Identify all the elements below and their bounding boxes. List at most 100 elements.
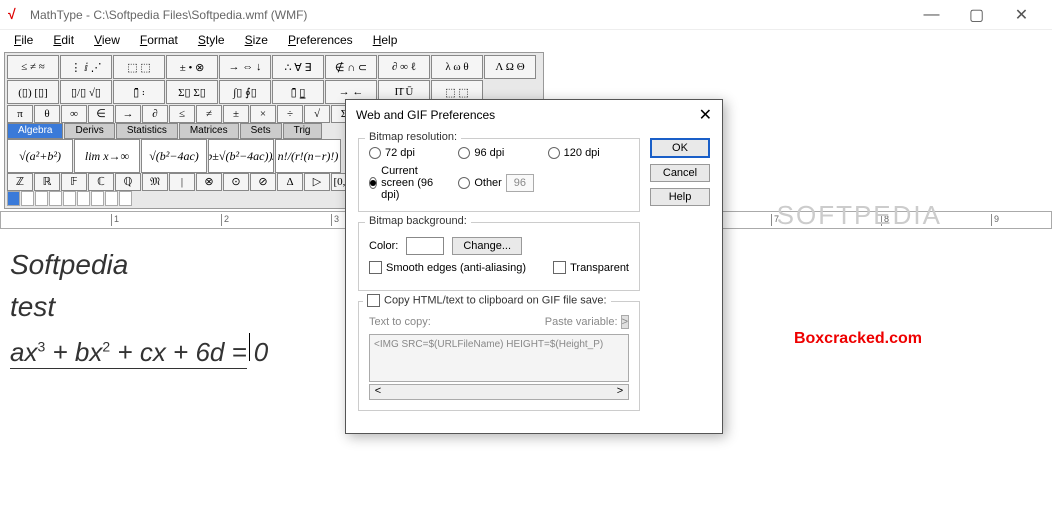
preset-cell[interactable] — [21, 191, 34, 206]
toolbar-button[interactable]: √ — [304, 105, 330, 123]
radio-current-screen[interactable]: Current screen (96 dpi) — [369, 165, 450, 201]
menu-size[interactable]: Size — [237, 31, 276, 49]
toolbar-button[interactable]: ≠ — [196, 105, 222, 123]
scroll-left-icon[interactable]: < — [370, 385, 386, 399]
radio-72dpi[interactable]: 72 dpi — [369, 147, 450, 159]
toolbar-button[interactable]: ▷ — [304, 173, 330, 191]
toolbar-button[interactable]: ▯/▯ √▯ — [60, 80, 112, 104]
maximize-button[interactable]: ▢ — [954, 0, 999, 30]
toolbar-button[interactable]: ∈ — [88, 105, 114, 123]
menu-help[interactable]: Help — [365, 31, 406, 49]
toolbar-button[interactable]: ℝ — [34, 173, 60, 191]
toolbar-button[interactable]: n!/(r!(n−r)!) — [275, 139, 341, 173]
scroll-right-icon[interactable]: > — [612, 385, 628, 399]
toolbar-button[interactable]: ▯̄ ▯̲ — [272, 80, 324, 104]
cancel-button[interactable]: Cancel — [650, 164, 710, 182]
other-dpi-input[interactable]: 96 — [506, 174, 534, 192]
toolbar-button[interactable]: | — [169, 173, 195, 191]
tab-sets[interactable]: Sets — [240, 123, 282, 139]
preset-cell[interactable] — [49, 191, 62, 206]
toolbar-button[interactable]: ⊗ — [196, 173, 222, 191]
transparent-checkbox[interactable]: Transparent — [553, 261, 629, 274]
preferences-dialog: Web and GIF Preferences ✕ OK Cancel Help… — [345, 99, 723, 434]
toolbar-button[interactable]: 𝔐 — [142, 173, 168, 191]
close-button[interactable]: ✕ — [999, 0, 1044, 30]
radio-120dpi[interactable]: 120 dpi — [548, 147, 629, 159]
menu-style[interactable]: Style — [190, 31, 233, 49]
toolbar-button[interactable]: → — [115, 105, 141, 123]
menu-file[interactable]: File — [6, 31, 41, 49]
toolbar-button[interactable]: ∞ — [61, 105, 87, 123]
bitmap-background-label: Bitmap background: — [365, 215, 471, 227]
toolbar-button[interactable]: ℤ — [7, 173, 33, 191]
preset-cell[interactable] — [35, 191, 48, 206]
tab-trig[interactable]: Trig — [283, 123, 322, 139]
menu-view[interactable]: View — [86, 31, 128, 49]
change-button[interactable]: Change... — [452, 237, 522, 255]
toolbar-button[interactable]: ∫▯ ∮▯ — [219, 80, 271, 104]
minimize-button[interactable]: — — [909, 0, 954, 30]
dialog-title: Web and GIF Preferences — [356, 108, 495, 122]
copy-html-group: Copy HTML/text to clipboard on GIF file … — [358, 301, 640, 411]
preset-cell[interactable] — [105, 191, 118, 206]
color-swatch[interactable] — [406, 237, 444, 255]
copy-html-checkbox[interactable] — [367, 294, 380, 307]
menu-preferences[interactable]: Preferences — [280, 31, 361, 49]
toolbar-button[interactable]: √(b²−4ac) — [141, 139, 207, 173]
toolbar-button[interactable]: Σ▯ Σ▯ — [166, 80, 218, 104]
ok-button[interactable]: OK — [650, 138, 710, 158]
dialog-close-icon[interactable]: ✕ — [699, 105, 712, 125]
toolbar-button[interactable]: √(a²+b²) — [7, 139, 73, 173]
horizontal-scrollbar[interactable]: < > — [369, 384, 629, 400]
preset-cell[interactable] — [91, 191, 104, 206]
preset-cell[interactable] — [119, 191, 132, 206]
toolbar-button[interactable]: ⋮ ⅈ ⋰ — [60, 55, 112, 79]
copy-html-label: Copy HTML/text to clipboard on GIF file … — [384, 294, 607, 306]
toolbar-button[interactable]: Δ — [277, 173, 303, 191]
toolbar-button[interactable]: ⊙ — [223, 173, 249, 191]
tab-algebra[interactable]: Algebra — [7, 123, 63, 139]
toolbar-button[interactable]: ∴ ∀ ∃ — [272, 55, 324, 79]
toolbar-button[interactable]: θ — [34, 105, 60, 123]
toolbar-button[interactable]: Λ Ω Θ — [484, 55, 536, 79]
bitmap-resolution-group: Bitmap resolution: 72 dpi 96 dpi 120 dpi… — [358, 138, 640, 212]
toolbar-button[interactable]: 𝔽 — [61, 173, 87, 191]
preset-cell[interactable] — [7, 191, 20, 206]
toolbar-button[interactable]: ℚ — [115, 173, 141, 191]
toolbar-button[interactable]: ℂ — [88, 173, 114, 191]
help-button[interactable]: Help — [650, 188, 710, 206]
toolbar-button[interactable]: ⊘ — [250, 173, 276, 191]
toolbar-button[interactable]: ∉ ∩ ⊂ — [325, 55, 377, 79]
toolbar-button[interactable]: ≤ ≠ ≈ — [7, 55, 59, 79]
toolbar-button[interactable]: → ⇔ ↓ — [219, 55, 271, 79]
menu-edit[interactable]: Edit — [45, 31, 82, 49]
radio-96dpi[interactable]: 96 dpi — [458, 147, 539, 159]
radio-other[interactable]: Other 96 — [458, 174, 539, 192]
tab-statistics[interactable]: Statistics — [116, 123, 178, 139]
toolbar-button[interactable]: ▯̄ ꞉ — [113, 80, 165, 104]
toolbar-button[interactable]: π — [7, 105, 33, 123]
toolbar-button[interactable]: (▯) [▯] — [7, 80, 59, 104]
smooth-edges-checkbox[interactable]: Smooth edges (anti-aliasing) — [369, 261, 526, 274]
toolbar-button[interactable]: ± — [223, 105, 249, 123]
watermark: SOFTPEDIA — [777, 200, 942, 231]
toolbar-button[interactable]: ± • ⊗ — [166, 55, 218, 79]
paste-variable-button[interactable]: > — [621, 315, 629, 329]
toolbar-button[interactable]: lim x→∞ — [74, 139, 140, 173]
preset-cell[interactable] — [63, 191, 76, 206]
bitmap-background-group: Bitmap background: Color: Change... Smoo… — [358, 222, 640, 291]
toolbar-button[interactable]: ÷ — [277, 105, 303, 123]
app-icon: √ — [8, 7, 24, 23]
toolbar-button[interactable]: λ ω θ — [431, 55, 483, 79]
toolbar-button[interactable]: (−b±√(b²−4ac))/2a — [208, 139, 274, 173]
toolbar-button[interactable]: × — [250, 105, 276, 123]
tab-derivs[interactable]: Derivs — [64, 123, 114, 139]
toolbar-button[interactable]: ≤ — [169, 105, 195, 123]
toolbar-button[interactable]: ⬚ ⬚ — [113, 55, 165, 79]
text-to-copy-box[interactable]: <IMG SRC=$(URLFileName) HEIGHT=$(Height_… — [369, 334, 629, 382]
toolbar-button[interactable]: ∂ — [142, 105, 168, 123]
preset-cell[interactable] — [77, 191, 90, 206]
toolbar-button[interactable]: ∂ ∞ ℓ — [378, 55, 430, 79]
tab-matrices[interactable]: Matrices — [179, 123, 239, 139]
menu-format[interactable]: Format — [132, 31, 186, 49]
